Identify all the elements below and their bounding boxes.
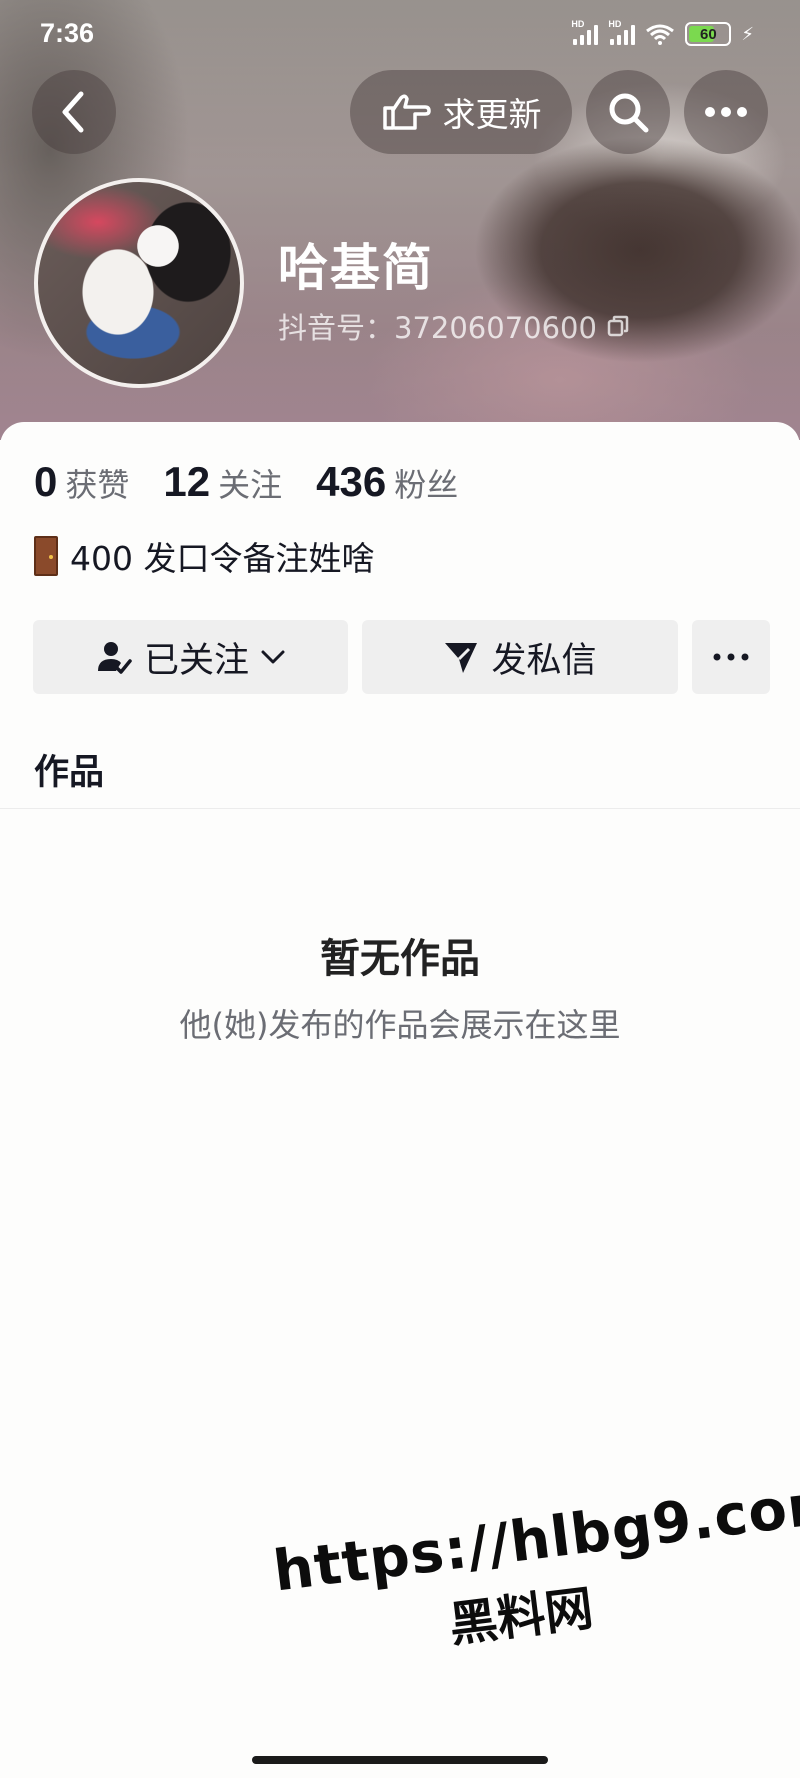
stat-following[interactable]: 12 关注 [163, 458, 282, 506]
charging-icon: ⚡ [741, 23, 754, 45]
more-horizontal-icon [713, 653, 749, 661]
battery-icon: 60 [685, 22, 732, 46]
signal-hd-label: HD [571, 19, 585, 29]
paper-plane-icon [445, 643, 478, 673]
status-icons: HD HD 60 ⚡ [571, 19, 754, 46]
signal-hd-label: HD [608, 19, 622, 29]
stat-following-label: 关注 [218, 466, 283, 504]
home-indicator[interactable] [252, 1756, 548, 1764]
stat-likes-count: 0 [34, 458, 58, 505]
search-button[interactable] [586, 70, 670, 154]
stat-followers[interactable]: 436 粉丝 [316, 458, 458, 506]
tab-divider [0, 808, 800, 809]
wifi-icon [646, 24, 675, 45]
request-update-button[interactable]: 求更新 [350, 70, 572, 154]
empty-state-subtitle: 他(她)发布的作品会展示在这里 [179, 1006, 621, 1044]
user-check-icon [97, 642, 132, 674]
douyin-id[interactable]: 抖音号：37206070600 [278, 305, 629, 347]
more-options-button[interactable] [684, 70, 768, 154]
avatar[interactable] [34, 178, 244, 388]
profile-stats: 0 获赞 12 关注 436 粉丝 [34, 458, 492, 506]
stat-following-count: 12 [163, 458, 211, 505]
door-icon [34, 536, 58, 576]
more-horizontal-icon [705, 107, 747, 117]
profile-bio: 400 发口令备注姓啥 [34, 532, 374, 580]
bio-text: 400 发口令备注姓啥 [70, 539, 375, 578]
request-update-label: 求更新 [442, 95, 542, 134]
signal-icon: HD [608, 19, 636, 45]
send-message-label: 发私信 [491, 640, 597, 681]
tab-works[interactable]: 作品 [34, 744, 104, 795]
profile-cover: 7:36 HD HD 60 ⚡ 求更新 哈基简 抖音号：37206070600 [0, 0, 800, 440]
following-button[interactable]: 已关注 [33, 620, 348, 694]
chevron-down-icon [261, 650, 285, 664]
chevron-left-icon [62, 91, 84, 133]
stat-likes-label: 获赞 [65, 466, 130, 504]
stat-likes[interactable]: 0 获赞 [34, 458, 129, 506]
profile-actions: 已关注 发私信 [33, 620, 770, 694]
back-button[interactable] [32, 70, 116, 154]
stat-followers-count: 436 [316, 458, 387, 505]
more-actions-button[interactable] [692, 620, 770, 694]
status-time: 7:36 [40, 18, 95, 48]
send-message-button[interactable]: 发私信 [362, 620, 678, 694]
empty-state-title: 暂无作品 [320, 936, 480, 982]
copy-icon[interactable] [607, 315, 629, 337]
douyin-id-text: 抖音号：37206070600 [278, 311, 597, 345]
profile-name: 哈基简 [278, 239, 434, 297]
signal-icon: HD [571, 19, 599, 45]
pointing-hand-icon [382, 94, 431, 130]
search-icon [609, 93, 649, 133]
stat-followers-label: 粉丝 [394, 466, 459, 504]
status-bar: 7:36 HD HD 60 ⚡ [0, 0, 800, 70]
battery-level: 60 [700, 25, 717, 43]
following-label: 已关注 [143, 640, 249, 681]
